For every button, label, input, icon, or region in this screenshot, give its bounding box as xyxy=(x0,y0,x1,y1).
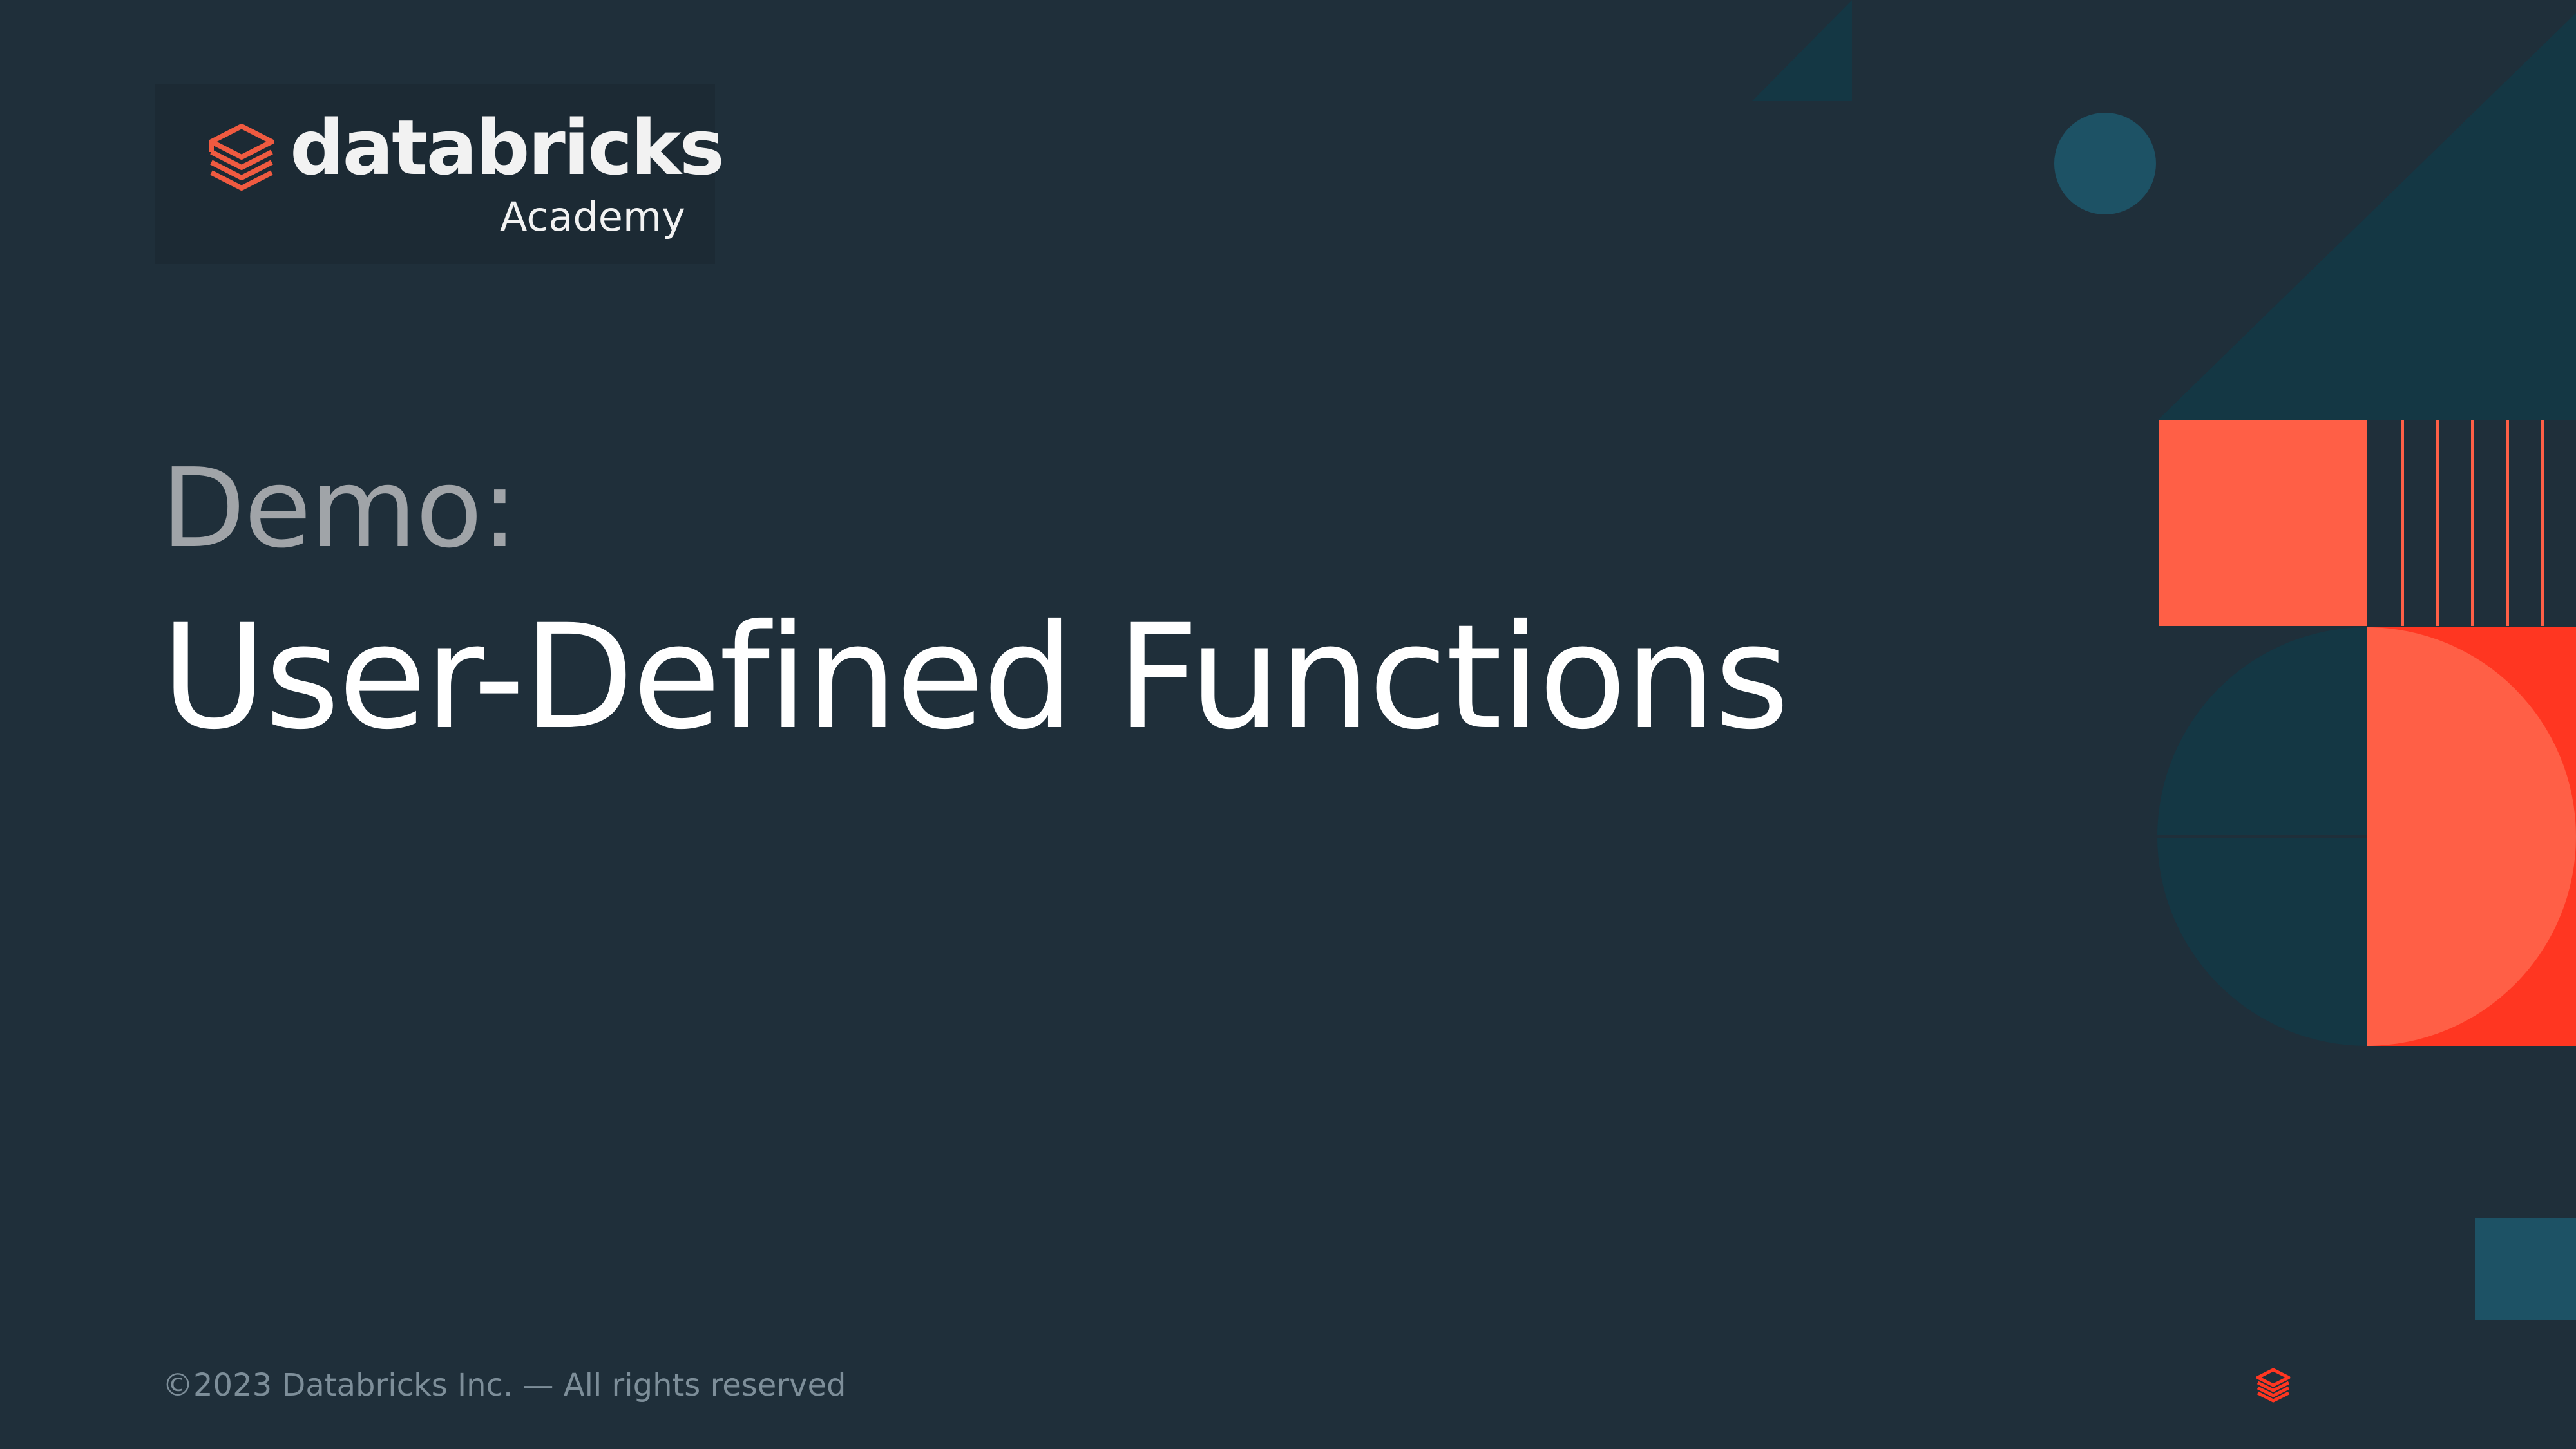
logo-wordmark: databricks xyxy=(290,103,725,192)
corner-databricks-icon xyxy=(2256,1368,2291,1403)
copyright-footer: ©2023 Databricks Inc. — All rights reser… xyxy=(162,1367,846,1403)
title-slide: databricks Academy Demo: User-Defined Fu… xyxy=(0,0,2576,1449)
slide-title: User-Defined Functions xyxy=(161,593,1789,761)
teal-circle-shape xyxy=(2054,113,2156,214)
vertical-lines-shape xyxy=(2401,420,2544,626)
slide-label: Demo: xyxy=(161,445,518,573)
large-triangle-shape xyxy=(2158,13,2576,420)
databricks-logo-icon xyxy=(209,124,274,191)
orange-square-shape xyxy=(2159,420,2367,626)
logo-subtitle: Academy xyxy=(500,193,685,240)
bottom-teal-square-shape xyxy=(2475,1218,2576,1320)
small-triangle-shape xyxy=(1752,0,1852,101)
